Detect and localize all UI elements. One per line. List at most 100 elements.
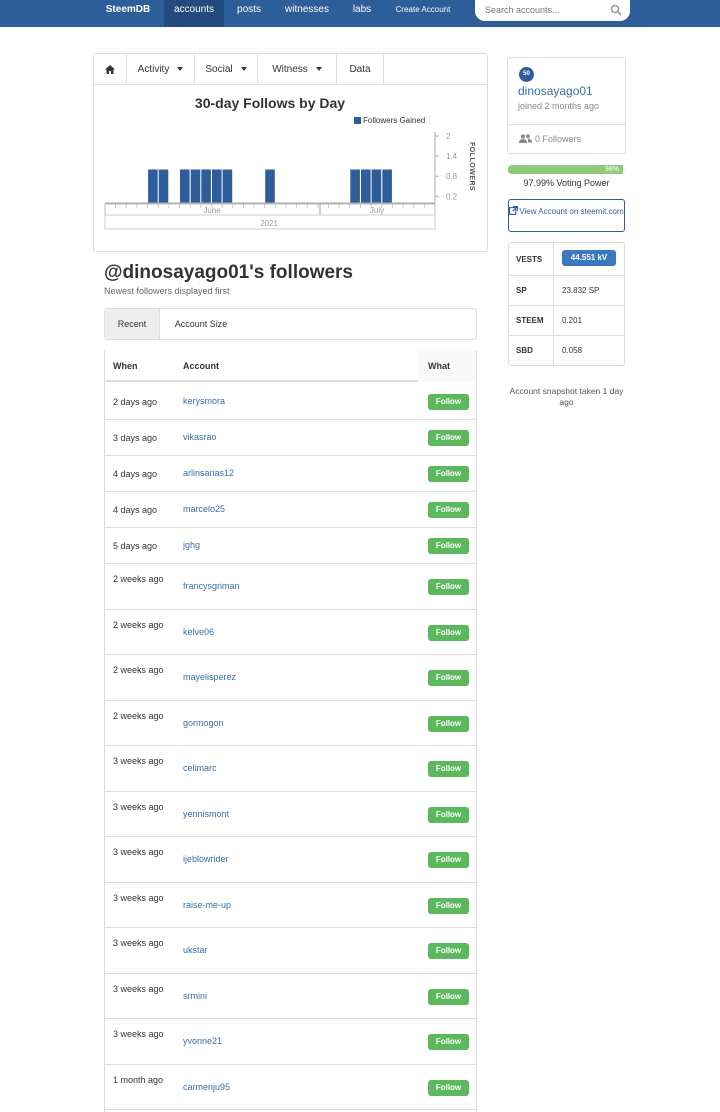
table-row: 3 weeks ago ukstar Follow (105, 928, 476, 974)
snapshot-note: Account snapshot taken 1 day ago (509, 386, 624, 407)
col-account[interactable]: Account (183, 350, 219, 382)
nav-accounts[interactable]: accounts (164, 0, 224, 27)
when-cell: 3 weeks ago (113, 802, 164, 812)
nav-posts[interactable]: posts (227, 0, 271, 27)
users-icon (519, 134, 532, 143)
top-navbar: SteemDB accounts posts witnesses labs Cr… (0, 0, 720, 27)
tab-account-size[interactable]: Account Size (160, 309, 242, 339)
followers-count-label: 0 Followers (535, 134, 582, 144)
table-row: 4 days ago marcelo25 Follow (105, 492, 476, 528)
follow-badge: Follow (428, 430, 469, 446)
table-row: 5 days ago jghg Follow (105, 528, 476, 564)
account-link[interactable]: yennismont (183, 809, 229, 819)
page-subtitle: Newest followers displayed first (104, 286, 230, 296)
view-account-button[interactable]: View Account on steemit.com (508, 199, 625, 232)
account-link[interactable]: srmini (183, 991, 207, 1001)
follow-badge: Follow (428, 989, 469, 1005)
account-link[interactable]: carmenju95 (183, 1082, 230, 1092)
search-icon[interactable] (610, 4, 622, 16)
col-what[interactable]: What (428, 350, 450, 382)
y-axis-label: FOLLOWERS (468, 142, 475, 191)
stat-value: 0.201 (562, 316, 583, 325)
nav-witnesses[interactable]: witnesses (278, 0, 336, 27)
y-tick-label: 1.4 (446, 152, 458, 161)
follow-badge: Follow (428, 852, 469, 868)
followers-count[interactable]: 0 Followers (519, 134, 581, 144)
when-cell: 2 weeks ago (113, 620, 164, 630)
stat-row-sp: SP 23.832 SP (509, 276, 624, 306)
stat-value: 23.832 SP (562, 286, 600, 295)
x-tick-label: June (203, 206, 221, 215)
follow-badge: Follow (428, 538, 469, 554)
table-row: 3 weeks ago yennismont Follow (105, 792, 476, 837)
table-row: 3 weeks ago yvonne21 Follow (105, 1019, 476, 1065)
divider (508, 124, 625, 125)
view-account-label: View Account on steemit.com (519, 207, 624, 216)
table-row: 2 weeks ago francysgriman Follow (105, 564, 476, 610)
stats-table: VESTS 44.551 kV SP 23.832 SP STEEM 0.201… (508, 242, 625, 366)
vests-badge: 44.551 kV (562, 250, 616, 266)
stat-label: SP (509, 276, 554, 306)
account-link[interactable]: ijeblowrider (183, 854, 229, 864)
voting-power-bar: 98% (508, 165, 625, 174)
stat-row-steem: STEEM 0.201 (509, 306, 624, 336)
account-link[interactable]: francysgriman (183, 581, 240, 591)
table-row: 3 weeks ago celimarc Follow (105, 746, 476, 792)
table-row: 2 weeks ago mayelisperez Follow (105, 655, 476, 701)
table-row: 3 weeks ago raise-me-up Follow (105, 883, 476, 928)
voting-power-bar-label: 98% (604, 166, 619, 173)
y-tick-label: 0.2 (446, 192, 458, 201)
external-link-icon (509, 205, 519, 215)
follow-badge: Follow (428, 394, 469, 410)
table-row: 3 days ago vikasrao Follow (105, 420, 476, 456)
table-header: When Account What (105, 350, 476, 382)
y-tick-label: 0.8 (446, 172, 458, 181)
follow-badge: Follow (428, 466, 469, 482)
account-link[interactable]: vikasrao (183, 432, 217, 442)
when-cell: 2 weeks ago (113, 711, 164, 721)
year-label: 2021 (260, 219, 278, 228)
account-link[interactable]: jghg (183, 540, 200, 550)
follows-chart: 2 1.4 0.8 0.2 FOLLOWERS June July 2021 (104, 132, 475, 230)
tab-recent[interactable]: Recent (105, 309, 160, 339)
when-cell: 3 weeks ago (113, 893, 164, 903)
profile-card: 50 dinosayago01 joined 2 months ago 0 Fo… (507, 57, 626, 154)
when-cell: 5 days ago (113, 541, 158, 551)
account-link[interactable]: celimarc (183, 763, 217, 773)
chart-bar (148, 169, 158, 203)
follow-badge: Follow (428, 1034, 469, 1050)
search-input[interactable] (485, 3, 603, 17)
follow-badge: Follow (428, 502, 469, 518)
account-link[interactable]: yvonne21 (183, 1036, 222, 1046)
chart-bar (361, 169, 371, 203)
followers-table: When Account What 2 days ago kerysmora F… (104, 350, 477, 1112)
account-link[interactable]: arlinsarias12 (183, 468, 234, 478)
chart-bar (382, 169, 392, 203)
account-link[interactable]: gormogon (183, 718, 224, 728)
follow-badge: Follow (428, 943, 469, 959)
when-cell: 3 weeks ago (113, 847, 164, 857)
brand-link[interactable]: SteemDB (98, 0, 158, 27)
reputation-badge: 50 (519, 67, 534, 82)
account-link[interactable]: kerysmora (183, 396, 225, 406)
account-link[interactable]: marcelo25 (183, 504, 225, 514)
account-link[interactable]: kelve06 (183, 627, 214, 637)
table-row: 2 days ago kerysmora Follow (105, 384, 476, 420)
account-link[interactable]: mayelisperez (183, 672, 236, 682)
when-cell: 4 days ago (113, 469, 158, 479)
chart-panel: Activity Social Witness Data 30-day Foll… (93, 53, 488, 252)
col-when[interactable]: When (113, 350, 138, 382)
when-cell: 1 month ago (113, 1075, 164, 1085)
nav-create-account[interactable]: Create Account (386, 0, 460, 27)
chart-bar (190, 169, 201, 203)
chart-bar (350, 169, 360, 203)
table-row: 2 weeks ago kelve06 Follow (105, 610, 476, 655)
when-cell: 2 weeks ago (113, 574, 164, 584)
profile-name[interactable]: dinosayago01 (518, 84, 593, 98)
chart-bar (212, 169, 222, 203)
account-link[interactable]: ukstar (183, 945, 208, 955)
follow-badge: Follow (428, 807, 469, 823)
when-cell: 2 days ago (113, 397, 158, 407)
account-link[interactable]: raise-me-up (183, 900, 231, 910)
nav-labs[interactable]: labs (343, 0, 381, 27)
